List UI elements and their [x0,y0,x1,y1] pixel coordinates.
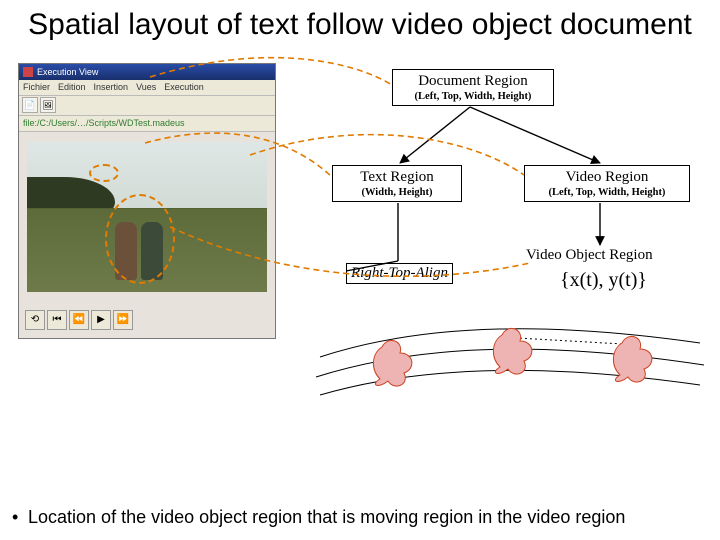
moving-shape [493,328,531,374]
box-sub: (Left, Top, Width, Height) [399,91,547,102]
prev-button[interactable]: ⏮ [47,310,67,330]
app-window: Execution View Fichier Edition Insertion… [18,63,276,339]
document-region-box: Document Region (Left, Top, Width, Heigh… [392,69,554,106]
video-object-coords: {x(t), y(t)} [560,269,647,292]
box-sub: (Left, Top, Width, Height) [531,187,683,198]
diagram-canvas: Execution View Fichier Edition Insertion… [0,47,720,487]
toolbar-button[interactable]: 📄 [22,97,38,113]
path-bar: file:/C:/Users/…/Scripts/WDTest.madeus [19,116,275,132]
bullet-text: Location of the video object region that… [28,506,692,529]
box-title: Text Region [339,169,455,186]
text-region-oval [89,164,119,182]
box-sub: (Width, Height) [339,187,455,198]
align-label: Right-Top-Align [346,263,453,284]
menu-item[interactable]: Insertion [94,82,129,92]
toolbar-button[interactable]: 🖼 [40,97,56,113]
text-region-box: Text Region (Width, Height) [332,165,462,202]
window-titlebar: Execution View [19,64,275,80]
video-object-region-label: Video Object Region [526,247,653,264]
rewind-button[interactable]: ⟲ [25,310,45,330]
toolbar: 📄 🖼 [19,96,275,116]
menu-item[interactable]: Vues [136,82,156,92]
menu-item[interactable]: Execution [164,82,204,92]
video-frame [27,142,267,292]
play-button[interactable]: ▶ [91,310,111,330]
box-title: Video Region [531,169,683,186]
video-region-box: Video Region (Left, Top, Width, Height) [524,165,690,202]
playback-controls: ⟲ ⏮ ⏪ ▶ ⏩ [25,310,133,332]
moving-shape [613,336,651,382]
menu-bar[interactable]: Fichier Edition Insertion Vues Execution [19,80,275,96]
menu-item[interactable]: Edition [58,82,86,92]
back-button[interactable]: ⏪ [69,310,89,330]
menu-item[interactable]: Fichier [23,82,50,92]
app-icon [23,67,33,77]
moving-shape [373,340,411,386]
path-text: file:/C:/Users/…/Scripts/WDTest.madeus [23,118,185,128]
box-title: Document Region [399,73,547,90]
slide-title: Spatial layout of text follow video obje… [0,0,720,47]
window-title: Execution View [37,67,98,77]
tracked-object-oval [105,194,175,284]
fwd-button[interactable]: ⏩ [113,310,133,330]
